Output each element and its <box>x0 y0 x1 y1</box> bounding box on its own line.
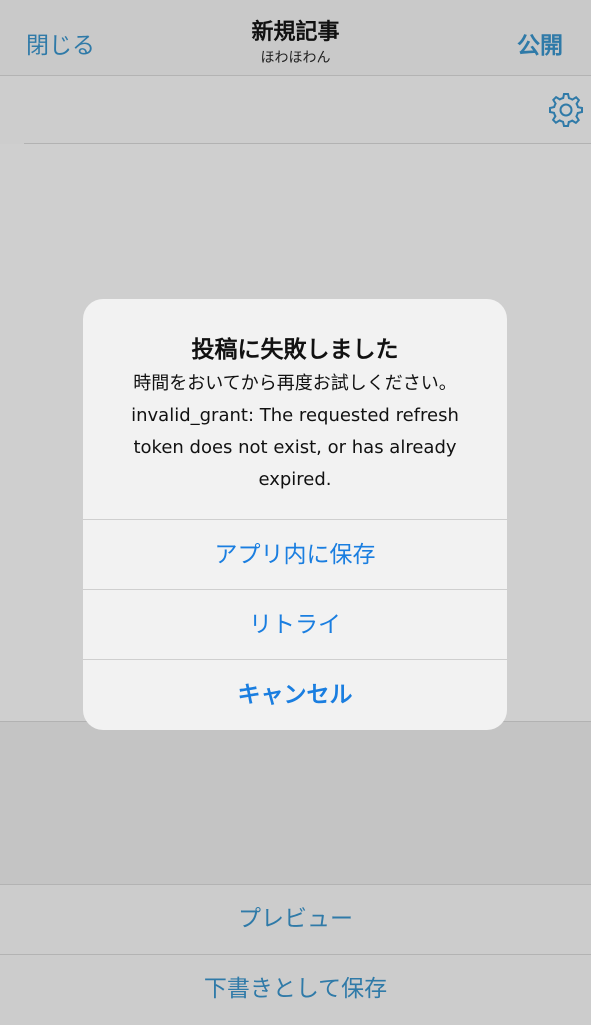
gear-icon[interactable] <box>547 91 585 129</box>
blog-name: ほわほわん <box>260 50 331 66</box>
alert-title: 投稿に失敗しました <box>191 337 399 363</box>
preview-button[interactable]: プレビュー <box>0 885 591 955</box>
navigation-bar: 閉じる 新規記事 ほわほわん 公開 <box>0 0 591 76</box>
save-draft-button[interactable]: 下書きとして保存 <box>0 955 591 1024</box>
cancel-button[interactable]: キャンセル <box>83 659 507 730</box>
alert-content: 投稿に失敗しました 時間をおいてから再度お試しください。 invalid_gra… <box>83 299 507 519</box>
bottom-toolbar: プレビュー 下書きとして保存 <box>0 884 591 1025</box>
alert-message: 時間をおいてから再度お試しください。 invalid_grant: The re… <box>103 368 487 496</box>
page-title: 新規記事 <box>251 20 340 45</box>
error-alert-dialog: 投稿に失敗しました 時間をおいてから再度お試しください。 invalid_gra… <box>83 299 507 730</box>
keyboard-area <box>0 722 591 884</box>
alert-message-line: 時間をおいてから再度お試しください。 <box>133 373 457 394</box>
save-in-app-button[interactable]: アプリ内に保存 <box>83 519 507 590</box>
publish-button[interactable]: 公開 <box>517 26 563 60</box>
alert-message-line: invalid_grant: The requested refresh <box>131 405 459 426</box>
retry-button[interactable]: リトライ <box>83 589 507 660</box>
alert-message-line: token does not exist, or has already <box>133 437 457 458</box>
alert-message-line: expired. <box>258 469 332 490</box>
